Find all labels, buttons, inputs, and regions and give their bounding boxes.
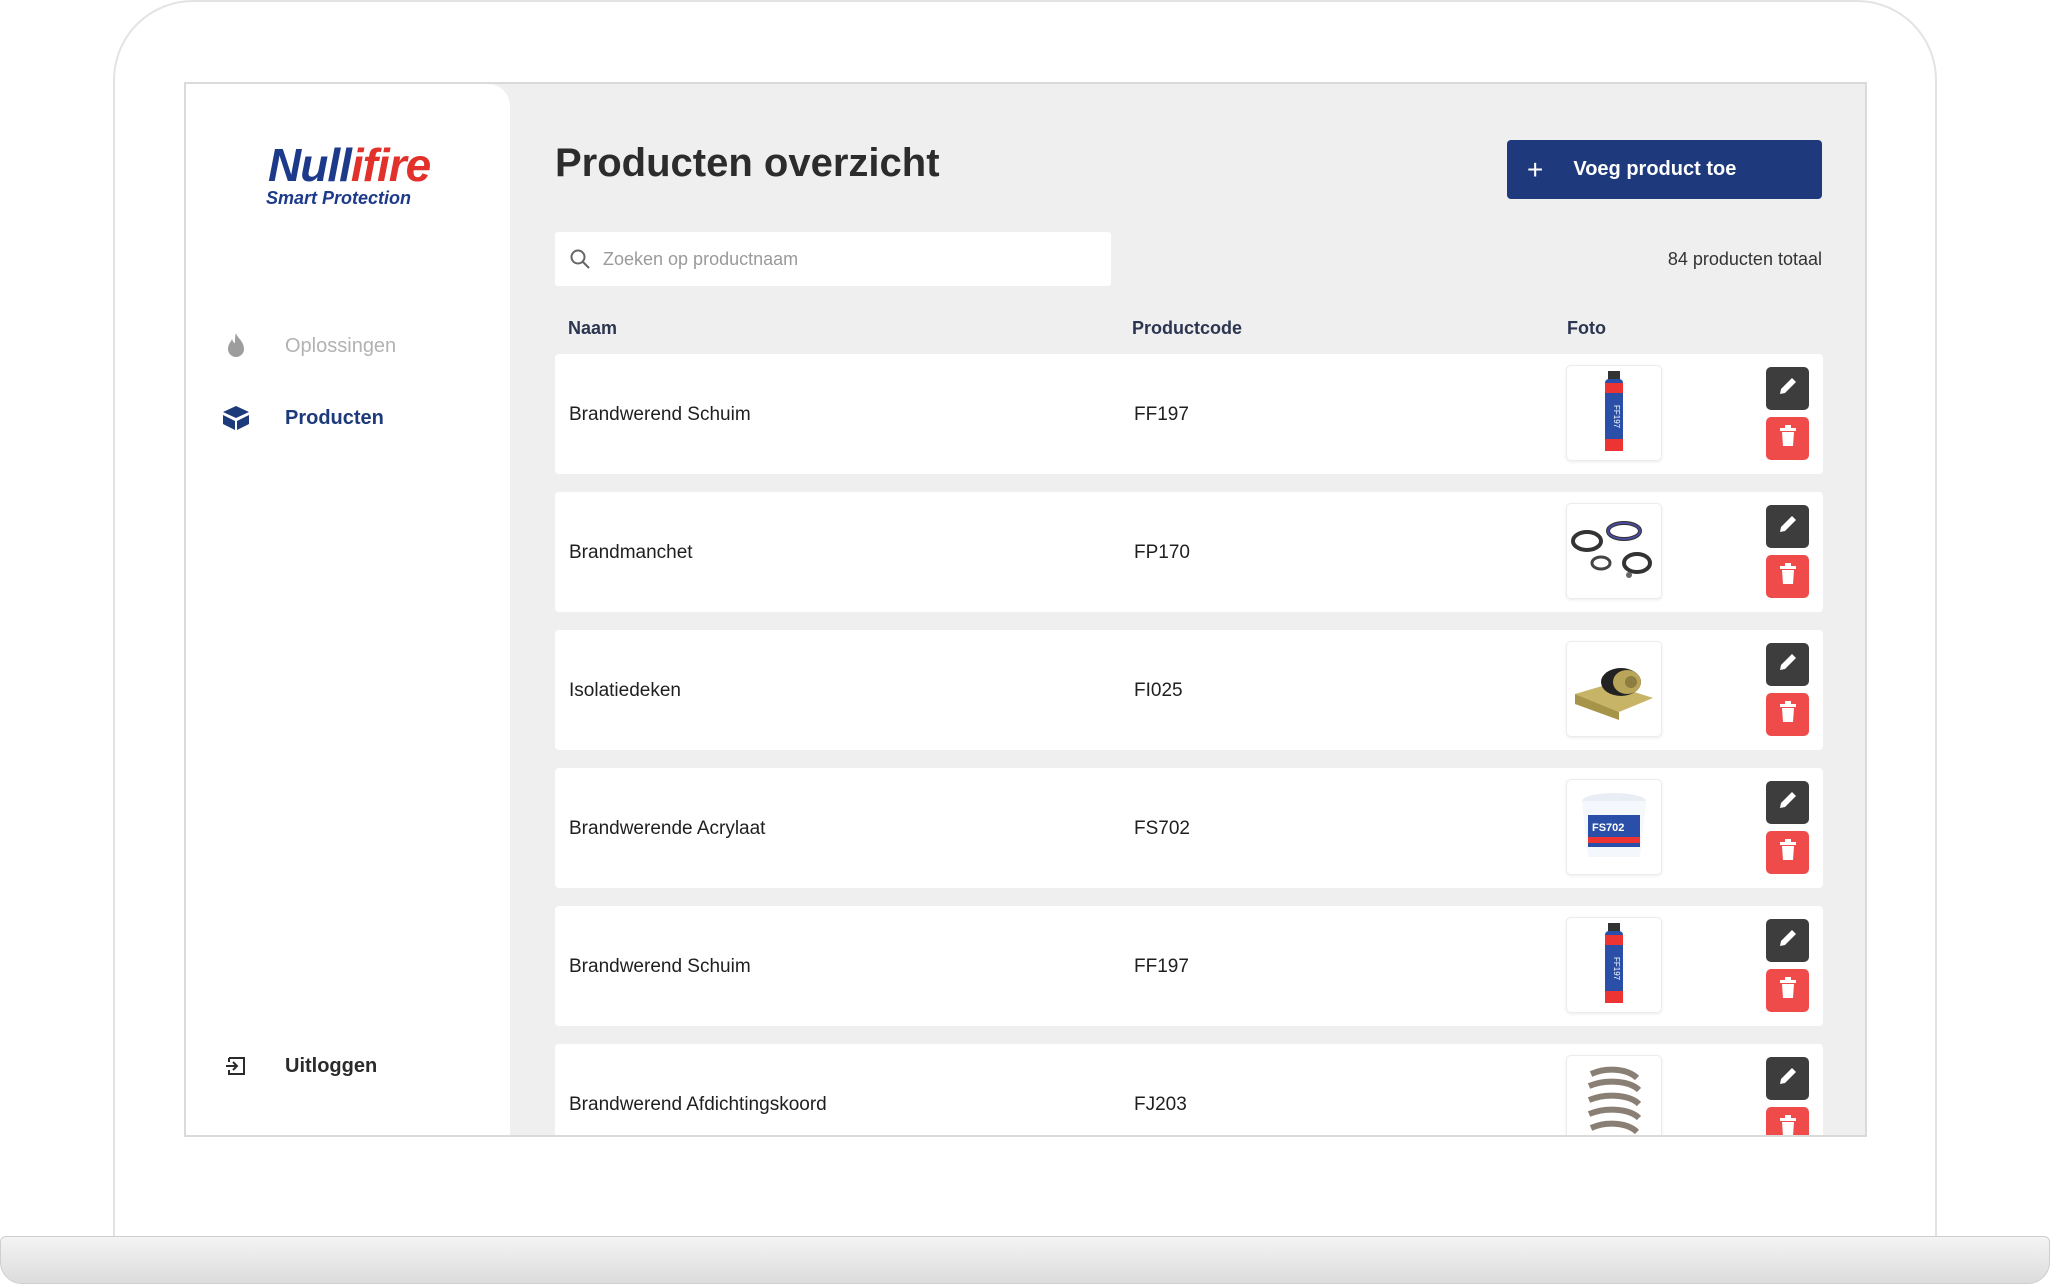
plus-icon: +	[1527, 153, 1544, 185]
box-icon	[222, 404, 250, 432]
edit-button[interactable]	[1766, 367, 1809, 410]
product-code: FS702	[1134, 818, 1190, 839]
trash-icon	[1778, 977, 1798, 1004]
product-name: Isolatiedeken	[569, 680, 681, 701]
product-name: Brandwerende Acrylaat	[569, 818, 766, 839]
svg-text:FS702: FS702	[1592, 822, 1624, 834]
edit-button[interactable]	[1766, 643, 1809, 686]
add-product-label: Voeg product toe	[1573, 158, 1737, 180]
delete-button[interactable]	[1766, 417, 1809, 460]
pencil-icon	[1777, 789, 1799, 816]
delete-button[interactable]	[1766, 831, 1809, 874]
logo-word-1: Null	[268, 139, 352, 191]
product-name: Brandmanchet	[569, 542, 693, 563]
page-title: Producten overzicht	[555, 141, 940, 185]
product-photo-rope-coil	[1566, 1055, 1662, 1135]
product-name: Brandwerend Afdichtingskoord	[569, 1094, 827, 1115]
sidebar-item-label: Producten	[285, 406, 384, 429]
delete-button[interactable]	[1766, 969, 1809, 1012]
product-photo-spray-can: FF197	[1566, 365, 1662, 461]
product-code: FP170	[1134, 542, 1190, 563]
edit-button[interactable]	[1766, 781, 1809, 824]
sidebar-item-producten[interactable]: Producten	[222, 400, 384, 436]
product-photo-spray-can: FF197	[1566, 917, 1662, 1013]
product-name: Brandwerend Schuim	[569, 956, 751, 977]
delete-button[interactable]	[1766, 1107, 1809, 1135]
product-code: FF197	[1134, 404, 1189, 425]
column-header-foto: Foto	[1567, 318, 1606, 338]
edit-button[interactable]	[1766, 505, 1809, 548]
table-row[interactable]: Brandwerende Acrylaat FS702 FS702	[555, 768, 1823, 888]
brand-logo[interactable]: Nullifire Smart Protection	[266, 139, 448, 212]
product-count: 84 producten totaal	[1667, 249, 1822, 269]
logo-word-2: ifire	[350, 139, 431, 191]
pencil-icon	[1777, 927, 1799, 954]
table-row[interactable]: Brandwerend Schuim FF197 FF197	[555, 354, 1823, 474]
trash-icon	[1778, 1115, 1798, 1135]
table-row[interactable]: Isolatiedeken FI025	[555, 630, 1823, 750]
product-code: FJ203	[1134, 1094, 1187, 1115]
trash-icon	[1778, 563, 1798, 590]
search-box[interactable]	[555, 232, 1111, 286]
svg-text:FF197: FF197	[1612, 957, 1621, 981]
svg-text:FF197: FF197	[1612, 405, 1621, 429]
delete-button[interactable]	[1766, 555, 1809, 598]
flame-icon	[222, 332, 250, 360]
main-content: Producten overzicht + Voeg product toe 8…	[510, 84, 1865, 1135]
pencil-icon	[1777, 375, 1799, 402]
delete-button[interactable]	[1766, 693, 1809, 736]
table-row[interactable]: Brandwerend Afdichtingskoord FJ203	[555, 1044, 1823, 1135]
pencil-icon	[1777, 513, 1799, 540]
product-photo-insulation-roll	[1566, 641, 1662, 737]
sidebar: Nullifire Smart Protection Oplossingen P…	[186, 84, 510, 1135]
logout-label: Uitloggen	[285, 1054, 378, 1077]
search-input[interactable]	[603, 248, 1083, 270]
trash-icon	[1778, 701, 1798, 728]
search-icon	[569, 248, 591, 270]
trash-icon	[1778, 425, 1798, 452]
logout-icon	[222, 1052, 250, 1080]
app-screen: Nullifire Smart Protection Oplossingen P…	[184, 82, 1867, 1137]
column-header-productcode: Productcode	[1132, 318, 1243, 338]
product-code: FF197	[1134, 956, 1189, 977]
edit-button[interactable]	[1766, 1057, 1809, 1100]
trash-icon	[1778, 839, 1798, 866]
laptop-base	[0, 1236, 2050, 1284]
sidebar-item-label: Oplossingen	[285, 334, 397, 357]
sidebar-item-oplossingen[interactable]: Oplossingen	[222, 328, 396, 364]
product-photo-bucket: FS702	[1566, 779, 1662, 875]
column-header-naam: Naam	[568, 318, 618, 338]
table-row[interactable]: Brandmanchet FP170	[555, 492, 1823, 612]
product-list: Brandwerend Schuim FF197 FF197 Brandmanc…	[555, 354, 1823, 1135]
table-row[interactable]: Brandwerend Schuim FF197 FF197	[555, 906, 1823, 1026]
pencil-icon	[1777, 1065, 1799, 1092]
product-photo-collars	[1566, 503, 1662, 599]
logout-button[interactable]: Uitloggen	[222, 1048, 377, 1084]
product-name: Brandwerend Schuim	[569, 404, 751, 425]
logo-tagline: Smart Protection	[266, 188, 412, 208]
pencil-icon	[1777, 651, 1799, 678]
add-product-button[interactable]: + Voeg product toe	[1507, 140, 1822, 199]
product-code: FI025	[1134, 680, 1183, 701]
edit-button[interactable]	[1766, 919, 1809, 962]
